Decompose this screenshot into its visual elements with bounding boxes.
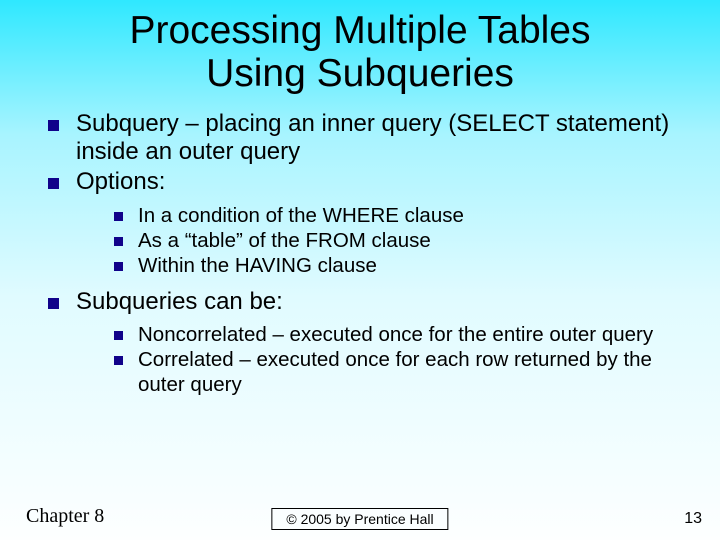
bullet-list-level2: Noncorrelated – executed once for the en…	[76, 316, 680, 405]
bullet-text: Subqueries can be:	[76, 288, 283, 315]
slide-body: Subquery – placing an inner query (SELEC…	[0, 96, 720, 405]
list-item: Correlated – executed once for each row …	[108, 347, 680, 397]
slide-title: Processing Multiple Tables Using Subquer…	[0, 0, 720, 96]
list-item: Within the HAVING clause	[108, 253, 680, 278]
bullet-list-level1: Subquery – placing an inner query (SELEC…	[40, 110, 680, 405]
list-item: Options: In a condition of the WHERE cla…	[40, 168, 680, 285]
bullet-text: Correlated – executed once for each row …	[138, 348, 652, 396]
title-line-2: Using Subqueries	[206, 52, 514, 95]
list-item: As a “table” of the FROM clause	[108, 228, 680, 253]
page-number: 13	[684, 510, 702, 528]
bullet-list-level2: In a condition of the WHERE clause As a …	[76, 197, 680, 286]
bullet-text: Within the HAVING clause	[138, 254, 377, 277]
bullet-text: Options:	[76, 168, 165, 195]
chapter-label: Chapter 8	[26, 505, 104, 528]
list-item: Subquery – placing an inner query (SELEC…	[40, 110, 680, 167]
title-line-1: Processing Multiple Tables	[129, 9, 590, 52]
list-item: Subqueries can be: Noncorrelated – execu…	[40, 288, 680, 405]
bullet-text: In a condition of the WHERE clause	[138, 204, 464, 227]
bullet-text: Subquery – placing an inner query (SELEC…	[76, 110, 669, 165]
copyright-box: © 2005 by Prentice Hall	[271, 508, 448, 530]
bullet-text: As a “table” of the FROM clause	[138, 229, 431, 252]
bullet-text: Noncorrelated – executed once for the en…	[138, 323, 653, 346]
list-item: In a condition of the WHERE clause	[108, 203, 680, 228]
list-item: Noncorrelated – executed once for the en…	[108, 322, 680, 347]
